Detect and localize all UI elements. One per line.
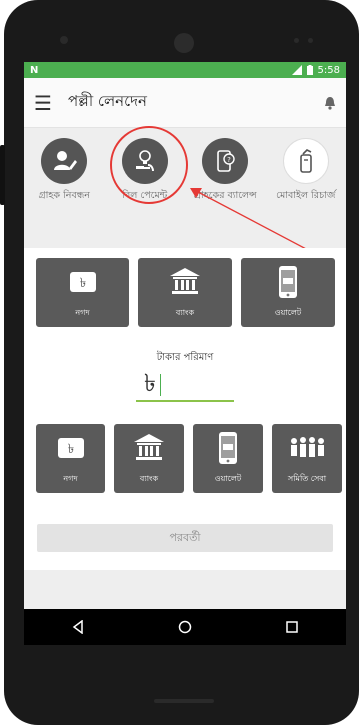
service-customer-registration[interactable]: গ্রাহক নিবন্ধন bbox=[29, 138, 99, 222]
pay-to-row: ৳ নগদ ব্যাংক ওয়ালেট সমিতি সেবা bbox=[36, 424, 342, 493]
menu-icon[interactable]: ☰ bbox=[34, 91, 62, 115]
taka-icon: ৳ bbox=[69, 272, 96, 292]
amount-input[interactable]: ৳ bbox=[136, 369, 234, 402]
tile-label: ব্যাংক bbox=[139, 474, 159, 483]
status-time: 5:58 bbox=[317, 64, 340, 76]
tile-label: সমিতি সেবা bbox=[287, 474, 327, 483]
pay-to-bank[interactable]: ব্যাংক bbox=[114, 424, 184, 493]
screen: N 5:58 ☰ পল্লী লেনদেন গ্রাহক নিবন্ধন বিল… bbox=[24, 62, 346, 645]
battery-icon bbox=[306, 65, 313, 75]
text-cursor bbox=[159, 374, 162, 396]
svg-text:৳: ৳ bbox=[79, 276, 85, 291]
speaker-grille bbox=[154, 699, 214, 703]
page-title: পল্লী লেনদেন bbox=[68, 92, 147, 110]
tile-label: নগদ bbox=[75, 308, 90, 317]
user-edit-icon bbox=[41, 138, 88, 184]
front-camera bbox=[60, 36, 68, 44]
back-icon[interactable] bbox=[71, 620, 85, 634]
recents-icon[interactable] bbox=[285, 620, 299, 634]
highlight-circle bbox=[110, 126, 188, 204]
pay-to-samity[interactable]: সমিতি সেবা bbox=[272, 424, 342, 493]
status-bar: N 5:58 bbox=[24, 62, 346, 78]
taka-symbol: ৳ bbox=[144, 369, 156, 397]
notification-icon: N bbox=[30, 64, 39, 76]
service-label: গ্রাহক নিবন্ধন bbox=[38, 190, 90, 201]
recharge-icon bbox=[282, 138, 329, 184]
android-nav-bar bbox=[24, 609, 346, 645]
taka-icon: ৳ bbox=[57, 438, 84, 458]
next-button[interactable]: পরবর্তী bbox=[37, 524, 333, 552]
pay-to-cash[interactable]: ৳ নগদ bbox=[36, 424, 105, 493]
pay-from-cash[interactable]: ৳ নগদ bbox=[36, 258, 129, 327]
amount-label: টাকার পরিমাণ bbox=[156, 352, 214, 363]
svg-text:?: ? bbox=[227, 156, 231, 164]
wallet-icon bbox=[219, 432, 237, 464]
phone-frame: N 5:58 ☰ পল্লী লেনদেন গ্রাহক নিবন্ধন বিল… bbox=[0, 0, 359, 725]
signal-icon bbox=[291, 65, 302, 75]
sensor bbox=[308, 38, 313, 43]
side-button bbox=[0, 145, 5, 205]
svg-text:৳: ৳ bbox=[67, 442, 73, 457]
wallet-icon bbox=[279, 266, 297, 298]
pay-from-wallet[interactable]: ওয়ালেট bbox=[241, 258, 335, 327]
sensor bbox=[294, 38, 299, 43]
earpiece bbox=[174, 33, 194, 53]
tile-label: ব্যাংক bbox=[175, 308, 195, 317]
group-icon bbox=[291, 437, 324, 457]
app-bar: ☰ পল্লী লেনদেন bbox=[24, 78, 346, 128]
home-icon[interactable] bbox=[178, 620, 192, 634]
tile-label: ওয়ালেট bbox=[214, 474, 242, 483]
pay-from-row: ৳ নগদ ব্যাংক ওয়ালেট bbox=[36, 258, 335, 327]
pay-to-wallet[interactable]: ওয়ালেট bbox=[193, 424, 263, 493]
bank-icon bbox=[170, 268, 200, 294]
pay-from-bank[interactable]: ব্যাংক bbox=[138, 258, 232, 327]
tile-label: নগদ bbox=[63, 474, 78, 483]
tile-label: ওয়ালেট bbox=[274, 308, 302, 317]
transfer-panel: ৳ নগদ ব্যাংক ওয়ালেট টাকার পরিমাণ ৳ ৳ নগ… bbox=[24, 248, 346, 570]
balance-icon: ? bbox=[202, 138, 249, 184]
bell-icon[interactable] bbox=[324, 96, 336, 110]
bank-icon bbox=[134, 434, 164, 460]
